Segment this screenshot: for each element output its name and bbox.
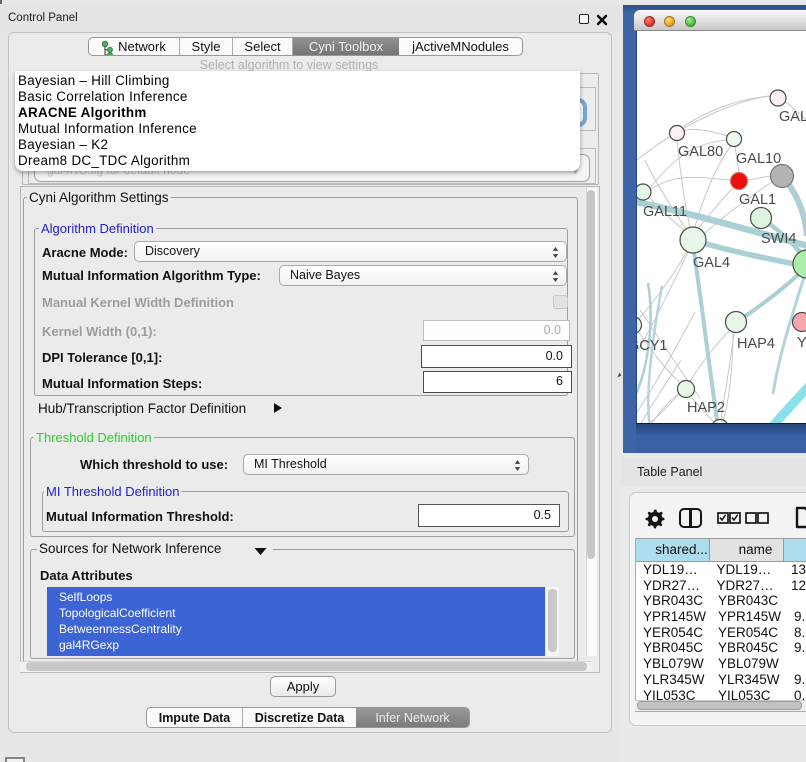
svg-text:HAP4: HAP4 (737, 336, 775, 352)
svg-text:HAP2: HAP2 (687, 400, 725, 416)
svg-text:GAL1: GAL1 (739, 192, 776, 208)
svg-text:GAL80: GAL80 (678, 144, 723, 160)
svg-text:GCY1: GCY1 (637, 338, 668, 354)
svg-text:SWI4: SWI4 (761, 231, 796, 247)
svg-text:GAL10: GAL10 (736, 151, 781, 167)
svg-text:GAL2: GAL2 (779, 109, 806, 125)
svg-text:GAL11: GAL11 (643, 204, 687, 220)
svg-text:YI: YI (797, 335, 806, 351)
svg-text:GAL4: GAL4 (693, 255, 730, 271)
